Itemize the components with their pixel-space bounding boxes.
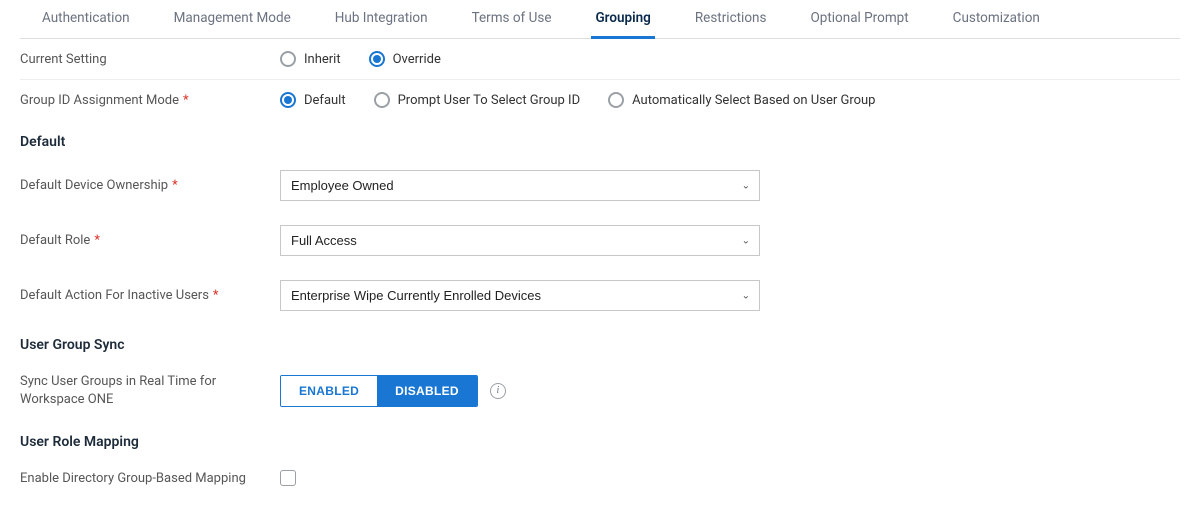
tab-label: Hub Integration — [335, 10, 428, 26]
tab-label: Customization — [953, 10, 1040, 26]
tab-hub-integration[interactable]: Hub Integration — [313, 0, 450, 38]
section-heading-user-group-sync: User Group Sync — [20, 323, 1180, 361]
radio-override[interactable]: Override — [369, 51, 441, 67]
tab-optional-prompt[interactable]: Optional Prompt — [788, 0, 930, 38]
section-heading-user-role-mapping: User Role Mapping — [20, 420, 1180, 458]
toggle-sync-realtime: ENABLED DISABLED — [280, 375, 478, 407]
radio-prompt-user[interactable]: Prompt User To Select Group ID — [374, 92, 581, 108]
tab-label: Grouping — [595, 10, 650, 26]
radio-icon — [608, 92, 624, 108]
tab-label: Restrictions — [695, 10, 767, 26]
radio-inherit[interactable]: Inherit — [280, 51, 341, 67]
checkbox-directory-mapping[interactable] — [280, 470, 296, 486]
label-default-role: Default Role* — [20, 233, 280, 248]
radio-default[interactable]: Default — [280, 92, 346, 108]
radio-icon — [374, 92, 390, 108]
tab-terms-of-use[interactable]: Terms of Use — [450, 0, 574, 38]
tab-grouping[interactable]: Grouping — [573, 0, 672, 38]
label-sync-realtime: Sync User Groups in Real Time for Worksp… — [20, 373, 280, 408]
radio-group-group-id-mode: Default Prompt User To Select Group ID A… — [280, 92, 875, 108]
tab-label: Optional Prompt — [810, 10, 908, 26]
radio-group-current-setting: Inherit Override — [280, 51, 441, 67]
label-directory-mapping: Enable Directory Group-Based Mapping — [20, 471, 280, 486]
row-default-role: Default Role* Full Access ⌄ — [20, 213, 1180, 268]
select-default-role[interactable]: Full Access — [280, 225, 760, 256]
info-icon[interactable]: i — [490, 383, 506, 399]
radio-label: Automatically Select Based on User Group — [632, 93, 875, 108]
radio-label: Default — [304, 93, 346, 108]
radio-label: Inherit — [304, 52, 341, 67]
label-inactive-action: Default Action For Inactive Users* — [20, 288, 280, 303]
section-heading-default: Default — [20, 120, 1180, 158]
select-inactive-action[interactable]: Enterprise Wipe Currently Enrolled Devic… — [280, 280, 760, 311]
toggle-enabled[interactable]: ENABLED — [281, 376, 377, 406]
row-sync-realtime: Sync User Groups in Real Time for Worksp… — [20, 361, 1180, 420]
label-group-id-mode: Group ID Assignment Mode* — [20, 93, 280, 108]
label-device-ownership: Default Device Ownership* — [20, 178, 280, 193]
radio-label: Prompt User To Select Group ID — [398, 93, 581, 108]
row-group-id-mode: Group ID Assignment Mode* Default Prompt… — [20, 80, 1180, 120]
tab-restrictions[interactable]: Restrictions — [673, 0, 789, 38]
row-inactive-action: Default Action For Inactive Users* Enter… — [20, 268, 1180, 323]
radio-icon — [280, 51, 296, 67]
required-asterisk: * — [183, 93, 189, 108]
row-directory-mapping: Enable Directory Group-Based Mapping — [20, 458, 1180, 498]
label-current-setting: Current Setting — [20, 52, 280, 67]
select-device-ownership[interactable]: Employee Owned — [280, 170, 760, 201]
tab-label: Management Mode — [174, 10, 291, 26]
row-current-setting: Current Setting Inherit Override — [20, 39, 1180, 80]
tab-customization[interactable]: Customization — [931, 0, 1062, 38]
required-asterisk: * — [94, 233, 100, 248]
tab-bar: Authentication Management Mode Hub Integ… — [20, 0, 1180, 39]
tab-management-mode[interactable]: Management Mode — [152, 0, 313, 38]
row-device-ownership: Default Device Ownership* Employee Owned… — [20, 158, 1180, 213]
tab-authentication[interactable]: Authentication — [20, 0, 152, 38]
required-asterisk: * — [172, 178, 178, 193]
radio-icon — [369, 51, 385, 67]
toggle-disabled[interactable]: DISABLED — [377, 376, 477, 406]
tab-label: Authentication — [42, 10, 130, 26]
required-asterisk: * — [213, 288, 219, 303]
radio-icon — [280, 92, 296, 108]
radio-label: Override — [393, 52, 441, 67]
tab-label: Terms of Use — [472, 10, 552, 26]
radio-auto-select[interactable]: Automatically Select Based on User Group — [608, 92, 875, 108]
